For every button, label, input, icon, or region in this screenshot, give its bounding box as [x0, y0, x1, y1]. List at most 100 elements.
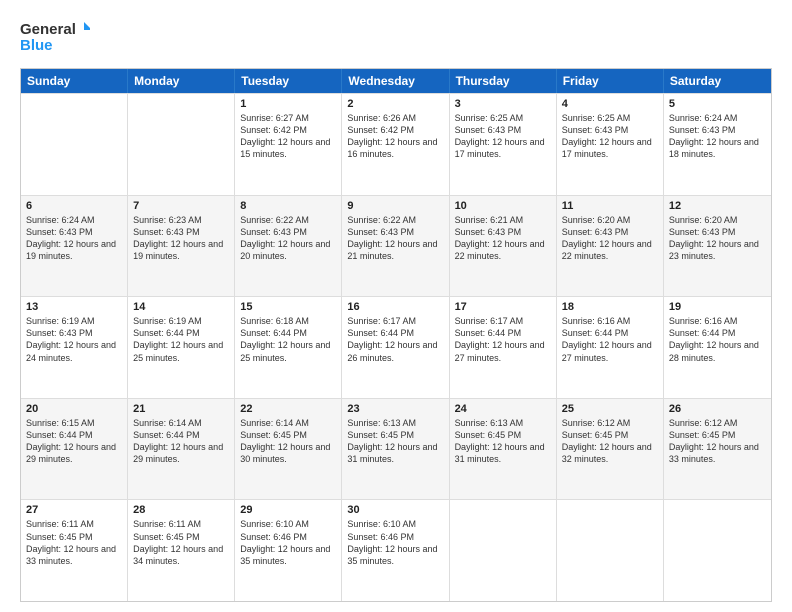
- logo-svg: General Blue: [20, 18, 90, 58]
- cell-info: Sunrise: 6:10 AMSunset: 6:46 PMDaylight:…: [240, 518, 336, 567]
- cell-info: Sunrise: 6:25 AMSunset: 6:43 PMDaylight:…: [455, 112, 551, 161]
- cell-info: Sunrise: 6:17 AMSunset: 6:44 PMDaylight:…: [347, 315, 443, 364]
- cell-day-number: 28: [133, 504, 229, 516]
- calendar-cell-empty: [128, 94, 235, 195]
- cell-day-number: 10: [455, 200, 551, 212]
- calendar-row-2: 6Sunrise: 6:24 AMSunset: 6:43 PMDaylight…: [21, 195, 771, 297]
- calendar-cell-29: 29 Sunrise: 6:10 AMSunset: 6:46 PMDayligh…: [235, 500, 342, 601]
- cell-info: Sunrise: 6:16 AMSunset: 6:44 PMDaylight:…: [669, 315, 766, 364]
- calendar-cell-11: 11 Sunrise: 6:20 AMSunset: 6:43 PMDayligh…: [557, 196, 664, 297]
- header: General Blue: [20, 18, 772, 58]
- cell-info: Sunrise: 6:24 AMSunset: 6:43 PMDaylight:…: [669, 112, 766, 161]
- calendar-cell-24: 24Sunrise: 6:13 AMSunset: 6:45 PMDayligh…: [450, 399, 557, 500]
- cell-day-number: 27: [26, 504, 122, 516]
- cell-day-number: 1: [240, 98, 336, 110]
- cell-day-number: 16: [347, 301, 443, 313]
- cell-day-number: 7: [133, 200, 229, 212]
- cell-info: Sunrise: 6:19 AMSunset: 6:44 PMDaylight:…: [133, 315, 229, 364]
- cell-day-number: 2: [347, 98, 443, 110]
- cell-day-number: 21: [133, 403, 229, 415]
- logo: General Blue: [20, 18, 90, 58]
- calendar-cell-21: 21Sunrise: 6:14 AMSunset: 6:44 PMDayligh…: [128, 399, 235, 500]
- calendar-cell-empty: [664, 500, 771, 601]
- cell-day-number: 29: [240, 504, 336, 516]
- cell-day-number: 11: [562, 200, 658, 212]
- cell-day-number: 19: [669, 301, 766, 313]
- calendar-cell-6: 6Sunrise: 6:24 AMSunset: 6:43 PMDaylight…: [21, 196, 128, 297]
- calendar-cell-30: 30Sunrise: 6:10 AMSunset: 6:46 PMDayligh…: [342, 500, 449, 601]
- weekday-header-wednesday: Wednesday: [342, 69, 449, 93]
- svg-text:Blue: Blue: [20, 37, 53, 54]
- calendar-cell-20: 20 Sunrise: 6:15 AMSunset: 6:44 PMDayligh…: [21, 399, 128, 500]
- calendar-cell-3: 3Sunrise: 6:25 AMSunset: 6:43 PMDaylight…: [450, 94, 557, 195]
- cell-info: Sunrise: 6:26 AMSunset: 6:42 PMDaylight:…: [347, 112, 443, 161]
- weekday-header-saturday: Saturday: [664, 69, 771, 93]
- cell-info: Sunrise: 6:13 AMSunset: 6:45 PMDaylight:…: [455, 417, 551, 466]
- cell-day-number: 26: [669, 403, 766, 415]
- calendar-cell-5: 5 Sunrise: 6:24 AMSunset: 6:43 PMDaylight…: [664, 94, 771, 195]
- cell-info: Sunrise: 6:21 AMSunset: 6:43 PMDaylight:…: [455, 214, 551, 263]
- weekday-header-monday: Monday: [128, 69, 235, 93]
- calendar-cell-empty: [450, 500, 557, 601]
- calendar-cell-15: 15 Sunrise: 6:18 AMSunset: 6:44 PMDayligh…: [235, 297, 342, 398]
- calendar-cell-8: 8 Sunrise: 6:22 AMSunset: 6:43 PMDaylight…: [235, 196, 342, 297]
- cell-day-number: 14: [133, 301, 229, 313]
- calendar-cell-13: 13 Sunrise: 6:19 AMSunset: 6:43 PMDayligh…: [21, 297, 128, 398]
- cell-day-number: 15: [240, 301, 336, 313]
- cell-info: Sunrise: 6:12 AMSunset: 6:45 PMDaylight:…: [669, 417, 766, 466]
- calendar-cell-19: 19 Sunrise: 6:16 AMSunset: 6:44 PMDayligh…: [664, 297, 771, 398]
- cell-day-number: 30: [347, 504, 443, 516]
- cell-info: Sunrise: 6:16 AMSunset: 6:44 PMDaylight:…: [562, 315, 658, 364]
- cell-day-number: 18: [562, 301, 658, 313]
- cell-day-number: 4: [562, 98, 658, 110]
- weekday-header-friday: Friday: [557, 69, 664, 93]
- cell-info: Sunrise: 6:12 AMSunset: 6:45 PMDaylight:…: [562, 417, 658, 466]
- cell-day-number: 8: [240, 200, 336, 212]
- cell-day-number: 25: [562, 403, 658, 415]
- cell-info: Sunrise: 6:11 AMSunset: 6:45 PMDaylight:…: [133, 518, 229, 567]
- calendar-row-3: 13 Sunrise: 6:19 AMSunset: 6:43 PMDayligh…: [21, 296, 771, 398]
- cell-info: Sunrise: 6:17 AMSunset: 6:44 PMDaylight:…: [455, 315, 551, 364]
- cell-info: Sunrise: 6:22 AMSunset: 6:43 PMDaylight:…: [347, 214, 443, 263]
- calendar-row-1: 1Sunrise: 6:27 AMSunset: 6:42 PMDaylight…: [21, 93, 771, 195]
- calendar-cell-2: 2 Sunrise: 6:26 AMSunset: 6:42 PMDaylight…: [342, 94, 449, 195]
- calendar-cell-12: 12 Sunrise: 6:20 AMSunset: 6:43 PMDayligh…: [664, 196, 771, 297]
- cell-day-number: 12: [669, 200, 766, 212]
- cell-day-number: 22: [240, 403, 336, 415]
- cell-info: Sunrise: 6:15 AMSunset: 6:44 PMDaylight:…: [26, 417, 122, 466]
- svg-text:General: General: [20, 21, 76, 38]
- calendar-cell-9: 9 Sunrise: 6:22 AMSunset: 6:43 PMDaylight…: [342, 196, 449, 297]
- calendar-cell-empty: [557, 500, 664, 601]
- calendar-cell-1: 1Sunrise: 6:27 AMSunset: 6:42 PMDaylight…: [235, 94, 342, 195]
- cell-day-number: 13: [26, 301, 122, 313]
- cell-day-number: 6: [26, 200, 122, 212]
- calendar-header: SundayMondayTuesdayWednesdayThursdayFrid…: [21, 69, 771, 93]
- cell-info: Sunrise: 6:18 AMSunset: 6:44 PMDaylight:…: [240, 315, 336, 364]
- cell-info: Sunrise: 6:19 AMSunset: 6:43 PMDaylight:…: [26, 315, 122, 364]
- calendar-cell-18: 18 Sunrise: 6:16 AMSunset: 6:44 PMDayligh…: [557, 297, 664, 398]
- cell-info: Sunrise: 6:23 AMSunset: 6:43 PMDaylight:…: [133, 214, 229, 263]
- calendar-cell-10: 10 Sunrise: 6:21 AMSunset: 6:43 PMDayligh…: [450, 196, 557, 297]
- page: General Blue SundayMondayTuesdayWednesda…: [0, 0, 792, 612]
- cell-day-number: 20: [26, 403, 122, 415]
- cell-info: Sunrise: 6:20 AMSunset: 6:43 PMDaylight:…: [562, 214, 658, 263]
- weekday-header-thursday: Thursday: [450, 69, 557, 93]
- calendar-row-4: 20 Sunrise: 6:15 AMSunset: 6:44 PMDayligh…: [21, 398, 771, 500]
- cell-info: Sunrise: 6:22 AMSunset: 6:43 PMDaylight:…: [240, 214, 336, 263]
- calendar-cell-26: 26 Sunrise: 6:12 AMSunset: 6:45 PMDayligh…: [664, 399, 771, 500]
- cell-info: Sunrise: 6:20 AMSunset: 6:43 PMDaylight:…: [669, 214, 766, 263]
- calendar-cell-23: 23 Sunrise: 6:13 AMSunset: 6:45 PMDayligh…: [342, 399, 449, 500]
- cell-day-number: 5: [669, 98, 766, 110]
- cell-day-number: 23: [347, 403, 443, 415]
- calendar-cell-22: 22Sunrise: 6:14 AMSunset: 6:45 PMDayligh…: [235, 399, 342, 500]
- cell-info: Sunrise: 6:13 AMSunset: 6:45 PMDaylight:…: [347, 417, 443, 466]
- calendar-cell-25: 25 Sunrise: 6:12 AMSunset: 6:45 PMDayligh…: [557, 399, 664, 500]
- cell-day-number: 17: [455, 301, 551, 313]
- calendar-cell-28: 28 Sunrise: 6:11 AMSunset: 6:45 PMDayligh…: [128, 500, 235, 601]
- weekday-header-tuesday: Tuesday: [235, 69, 342, 93]
- calendar-cell-16: 16 Sunrise: 6:17 AMSunset: 6:44 PMDayligh…: [342, 297, 449, 398]
- calendar-cell-empty: [21, 94, 128, 195]
- cell-day-number: 9: [347, 200, 443, 212]
- calendar-body: 1Sunrise: 6:27 AMSunset: 6:42 PMDaylight…: [21, 93, 771, 601]
- calendar-cell-27: 27Sunrise: 6:11 AMSunset: 6:45 PMDayligh…: [21, 500, 128, 601]
